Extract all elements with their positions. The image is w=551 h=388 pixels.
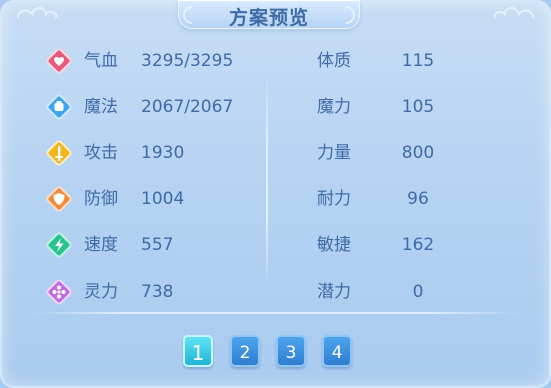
stat-value-magic-power: 105 bbox=[401, 97, 435, 117]
stat-label-hp: 气血 bbox=[84, 51, 118, 71]
stat-row-hp: 气血 3295/3295 体质 115 bbox=[0, 46, 551, 76]
mana-icon bbox=[44, 92, 74, 122]
cloud-ornament-left bbox=[17, 7, 58, 19]
section-divider bbox=[28, 312, 523, 314]
stat-label-attack: 攻击 bbox=[84, 143, 118, 163]
stat-value-strength: 800 bbox=[401, 143, 435, 163]
stat-value-hp: 3295/3295 bbox=[141, 51, 234, 71]
stat-label-magic-power: 魔力 bbox=[317, 97, 351, 117]
stat-row-mp: 魔法 2067/2067 魔力 105 bbox=[0, 92, 551, 122]
stat-value-constitution: 115 bbox=[401, 51, 435, 71]
panel-title: 方案预览 bbox=[228, 7, 309, 29]
stat-label-endurance: 耐力 bbox=[317, 189, 351, 209]
stat-label-spirit: 灵力 bbox=[84, 282, 118, 302]
stat-value-attack: 1930 bbox=[141, 143, 185, 163]
shield-icon bbox=[44, 184, 74, 214]
scheme-pager: 1 2 3 4 bbox=[0, 335, 551, 369]
stat-value-speed: 557 bbox=[141, 235, 174, 255]
sword-icon bbox=[44, 138, 74, 168]
stat-value-mp: 2067/2067 bbox=[141, 97, 234, 117]
cloud-ornament-right bbox=[493, 7, 534, 19]
stat-value-endurance: 96 bbox=[407, 189, 429, 209]
stat-row-speed: 速度 557 敏捷 162 bbox=[0, 230, 551, 260]
stat-value-defense: 1004 bbox=[141, 189, 185, 209]
stat-label-mp: 魔法 bbox=[84, 97, 118, 117]
title-plate: 方案预览 bbox=[178, 0, 360, 29]
stat-value-potential: 0 bbox=[412, 282, 424, 302]
stat-label-agility: 敏捷 bbox=[317, 235, 351, 255]
stat-label-strength: 力量 bbox=[317, 143, 351, 163]
stat-row-spirit: 灵力 738 潜力 0 bbox=[0, 277, 551, 307]
lightning-icon bbox=[44, 230, 74, 260]
heart-icon bbox=[44, 46, 74, 76]
stat-label-constitution: 体质 bbox=[317, 51, 351, 71]
scheme-preview-panel: 方案预览 气血 3295/3295 体质 115 魔法 2067/2067 魔力… bbox=[0, 0, 551, 388]
spirit-icon bbox=[44, 277, 74, 307]
page-button-4[interactable]: 4 bbox=[322, 335, 352, 367]
page-button-3[interactable]: 3 bbox=[276, 335, 306, 367]
stat-row-attack: 攻击 1930 力量 800 bbox=[0, 138, 551, 168]
page-button-2[interactable]: 2 bbox=[230, 335, 260, 367]
stat-value-agility: 162 bbox=[401, 235, 435, 255]
stat-label-defense: 防御 bbox=[84, 189, 118, 209]
stat-row-defense: 防御 1004 耐力 96 bbox=[0, 184, 551, 214]
page-button-1[interactable]: 1 bbox=[183, 335, 213, 367]
stat-value-spirit: 738 bbox=[141, 282, 174, 302]
stat-label-potential: 潜力 bbox=[317, 282, 351, 302]
stat-label-speed: 速度 bbox=[84, 235, 118, 255]
